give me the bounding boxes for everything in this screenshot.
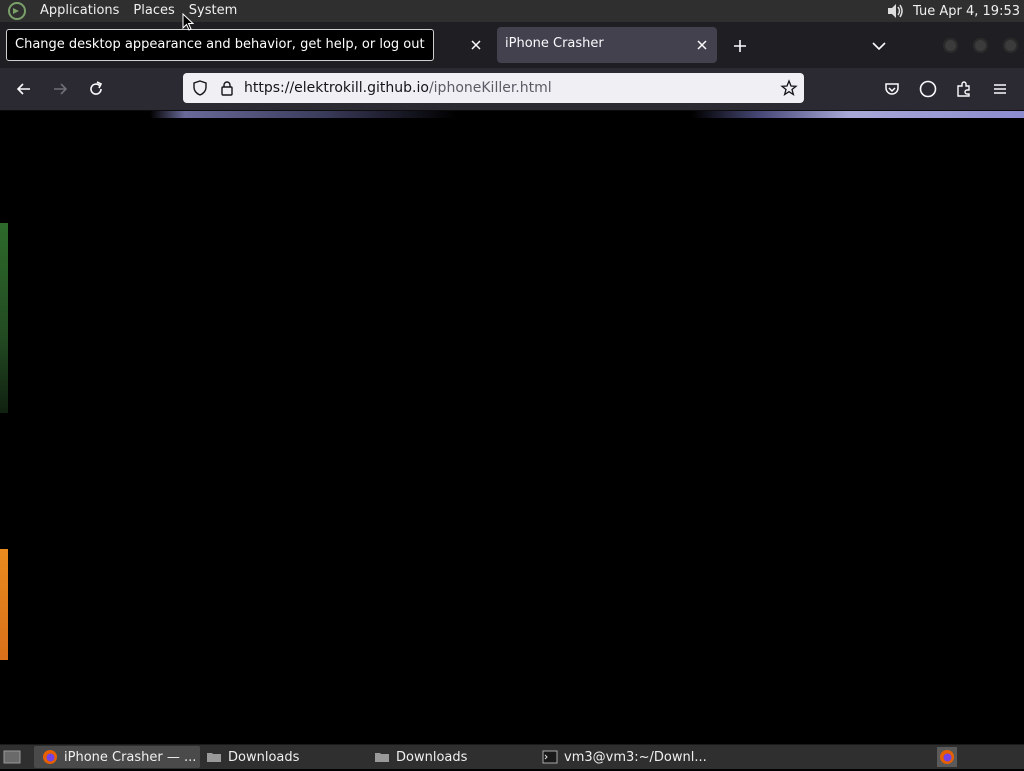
pocket-icon[interactable] [882, 79, 902, 99]
extensions-puzzle-icon[interactable] [954, 79, 974, 99]
taskbar-item-label: vm3@vm3:~/Downl... [564, 749, 707, 765]
left-edge-orange-strip [0, 549, 8, 660]
tab-iphone-crasher[interactable]: iPhone Crasher [497, 27, 717, 63]
tracking-protection-shield-icon[interactable] [191, 79, 209, 97]
back-arrow-icon[interactable] [14, 79, 34, 99]
taskbar-item-firefox[interactable]: iPhone Crasher — ... [34, 746, 200, 768]
lock-icon[interactable] [218, 79, 236, 97]
url-bar[interactable]: https://elektrokill.github.io/iphoneKill… [183, 73, 804, 103]
taskbar-item-terminal[interactable]: vm3@vm3:~/Downl... [534, 746, 714, 768]
system-menu-tooltip: Change desktop appearance and behavior, … [6, 29, 434, 61]
bookmark-star-icon[interactable] [780, 79, 798, 97]
reload-icon[interactable] [86, 79, 106, 99]
navigation-toolbar: https://elektrokill.github.io/iphoneKill… [0, 68, 1024, 111]
page-content-canvas[interactable] [0, 111, 1024, 744]
tab-close-icon[interactable] [467, 36, 485, 54]
forward-arrow-icon[interactable] [50, 79, 70, 99]
volume-icon[interactable] [885, 1, 905, 21]
mouse-cursor-icon [182, 13, 194, 31]
firefox-icon [43, 750, 57, 764]
tab-title: iPhone Crasher [505, 36, 604, 51]
list-all-tabs-chevron-icon[interactable] [870, 37, 888, 55]
hamburger-menu-icon[interactable] [990, 79, 1010, 99]
new-tab-plus-icon[interactable] [730, 36, 750, 56]
account-circle-icon[interactable] [918, 79, 938, 99]
show-desktop-icon[interactable] [3, 748, 21, 766]
url-host: https://elektrokill.github.io [244, 80, 429, 96]
taskbar-item-label: iPhone Crasher — ... [64, 749, 197, 765]
taskbar-item-label: Downloads [228, 749, 300, 765]
tray-firefox-icon[interactable] [937, 747, 957, 767]
top-glow-artifact [150, 111, 1024, 118]
close-window-button[interactable] [1003, 38, 1018, 53]
url-text[interactable]: https://elektrokill.github.io/iphoneKill… [244, 80, 552, 96]
taskbar-item-downloads-2[interactable]: Downloads [366, 746, 532, 768]
maximize-window-button[interactable] [973, 38, 988, 53]
taskbar-item-label: Downloads [396, 749, 468, 765]
terminal-icon [542, 750, 558, 764]
bottom-taskbar: iPhone Crasher — ... Downloads Downloads… [0, 744, 1024, 769]
minimize-window-button[interactable] [943, 38, 958, 53]
url-path: /iphoneKiller.html [428, 80, 552, 96]
top-panel: Applications Places System Tue Apr 4, 19… [0, 0, 1024, 22]
firefox-icon [940, 750, 954, 764]
left-edge-green-strip [0, 223, 8, 413]
panel-clock[interactable]: Tue Apr 4, 19:53 [913, 4, 1020, 19]
tab-close-icon[interactable] [693, 36, 711, 54]
applications-menu[interactable]: Applications [33, 0, 126, 22]
taskbar-item-downloads[interactable]: Downloads [198, 746, 364, 768]
folder-icon [375, 753, 389, 762]
distro-logo-icon[interactable] [7, 1, 27, 21]
folder-icon [207, 753, 221, 762]
places-menu[interactable]: Places [126, 0, 181, 22]
